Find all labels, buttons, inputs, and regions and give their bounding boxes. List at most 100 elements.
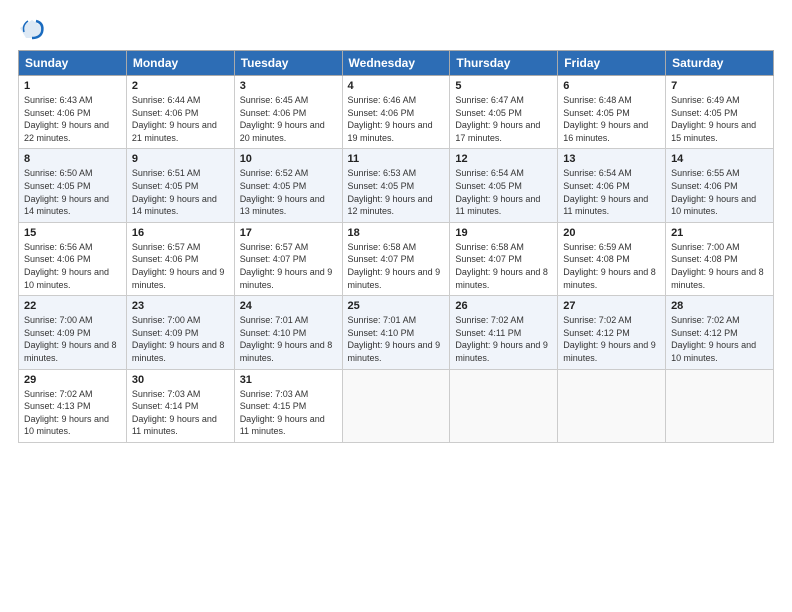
- day-detail: Sunrise: 6:55 AMSunset: 4:06 PMDaylight:…: [671, 167, 768, 217]
- day-number: 3: [240, 80, 337, 92]
- day-detail: Sunrise: 6:52 AMSunset: 4:05 PMDaylight:…: [240, 167, 337, 217]
- day-detail: Sunrise: 7:00 AMSunset: 4:08 PMDaylight:…: [671, 241, 768, 291]
- day-detail: Sunrise: 6:51 AMSunset: 4:05 PMDaylight:…: [132, 167, 229, 217]
- day-detail: Sunrise: 6:44 AMSunset: 4:06 PMDaylight:…: [132, 94, 229, 144]
- day-number: 7: [671, 80, 768, 92]
- day-detail: Sunrise: 6:50 AMSunset: 4:05 PMDaylight:…: [24, 167, 121, 217]
- day-detail: Sunrise: 6:43 AMSunset: 4:06 PMDaylight:…: [24, 94, 121, 144]
- day-number: 15: [24, 227, 121, 239]
- day-detail: Sunrise: 6:58 AMSunset: 4:07 PMDaylight:…: [455, 241, 552, 291]
- calendar-cell: 5Sunrise: 6:47 AMSunset: 4:05 PMDaylight…: [450, 76, 558, 149]
- weekday-header-saturday: Saturday: [666, 51, 774, 76]
- day-number: 23: [132, 300, 229, 312]
- day-detail: Sunrise: 7:02 AMSunset: 4:11 PMDaylight:…: [455, 314, 552, 364]
- day-number: 10: [240, 153, 337, 165]
- calendar-cell: 14 Sunrise: 6:55 AMSunset: 4:06 PMDayligh…: [666, 149, 774, 222]
- calendar-cell: 3 Sunrise: 6:45 AMSunset: 4:06 PMDaylight…: [234, 76, 342, 149]
- day-number: 6: [563, 80, 660, 92]
- calendar-cell: 17 Sunrise: 6:57 AMSunset: 4:07 PMDayligh…: [234, 222, 342, 295]
- day-number: 26: [455, 300, 552, 312]
- calendar-cell: 31 Sunrise: 7:03 AMSunset: 4:15 PMDayligh…: [234, 369, 342, 442]
- calendar-cell: [342, 369, 450, 442]
- day-detail: Sunrise: 6:54 AMSunset: 4:06 PMDaylight:…: [563, 167, 660, 217]
- calendar-cell: [558, 369, 666, 442]
- calendar-cell: 22 Sunrise: 7:00 AMSunset: 4:09 PMDayligh…: [19, 296, 127, 369]
- calendar-cell: 19 Sunrise: 6:58 AMSunset: 4:07 PMDayligh…: [450, 222, 558, 295]
- day-detail: Sunrise: 7:02 AMSunset: 4:12 PMDaylight:…: [671, 314, 768, 364]
- day-detail: Sunrise: 6:45 AMSunset: 4:06 PMDaylight:…: [240, 94, 337, 144]
- day-number: 13: [563, 153, 660, 165]
- calendar-cell: 1 Sunrise: 6:43 AMSunset: 4:06 PMDaylight…: [19, 76, 127, 149]
- calendar-cell: 8 Sunrise: 6:50 AMSunset: 4:05 PMDaylight…: [19, 149, 127, 222]
- day-detail: Sunrise: 7:02 AMSunset: 4:12 PMDaylight:…: [563, 314, 660, 364]
- calendar-cell: [450, 369, 558, 442]
- weekday-header-row: SundayMondayTuesdayWednesdayThursdayFrid…: [19, 51, 774, 76]
- calendar-cell: 20Sunrise: 6:59 AMSunset: 4:08 PMDayligh…: [558, 222, 666, 295]
- day-number: 21: [671, 227, 768, 239]
- day-number: 25: [348, 300, 445, 312]
- day-number: 9: [132, 153, 229, 165]
- day-number: 19: [455, 227, 552, 239]
- day-number: 24: [240, 300, 337, 312]
- calendar-cell: 26 Sunrise: 7:02 AMSunset: 4:11 PMDayligh…: [450, 296, 558, 369]
- day-detail: Sunrise: 6:56 AMSunset: 4:06 PMDaylight:…: [24, 241, 121, 291]
- day-detail: Sunrise: 6:49 AMSunset: 4:05 PMDaylight:…: [671, 94, 768, 144]
- day-detail: Sunrise: 7:00 AMSunset: 4:09 PMDaylight:…: [132, 314, 229, 364]
- day-detail: Sunrise: 6:57 AMSunset: 4:07 PMDaylight:…: [240, 241, 337, 291]
- calendar-cell: 11Sunrise: 6:53 AMSunset: 4:05 PMDayligh…: [342, 149, 450, 222]
- day-detail: Sunrise: 7:03 AMSunset: 4:15 PMDaylight:…: [240, 388, 337, 438]
- day-detail: Sunrise: 7:01 AMSunset: 4:10 PMDaylight:…: [240, 314, 337, 364]
- day-number: 4: [348, 80, 445, 92]
- day-number: 31: [240, 374, 337, 386]
- calendar-week-row: 15 Sunrise: 6:56 AMSunset: 4:06 PMDayligh…: [19, 222, 774, 295]
- day-detail: Sunrise: 7:01 AMSunset: 4:10 PMDaylight:…: [348, 314, 445, 364]
- day-detail: Sunrise: 7:02 AMSunset: 4:13 PMDaylight:…: [24, 388, 121, 438]
- day-detail: Sunrise: 6:57 AMSunset: 4:06 PMDaylight:…: [132, 241, 229, 291]
- day-number: 28: [671, 300, 768, 312]
- calendar-cell: 30 Sunrise: 7:03 AMSunset: 4:14 PMDayligh…: [126, 369, 234, 442]
- calendar-cell: [666, 369, 774, 442]
- day-number: 12: [455, 153, 552, 165]
- day-detail: Sunrise: 6:46 AMSunset: 4:06 PMDaylight:…: [348, 94, 445, 144]
- page: SundayMondayTuesdayWednesdayThursdayFrid…: [0, 0, 792, 612]
- day-number: 30: [132, 374, 229, 386]
- calendar-cell: 13 Sunrise: 6:54 AMSunset: 4:06 PMDayligh…: [558, 149, 666, 222]
- calendar-cell: 18Sunrise: 6:58 AMSunset: 4:07 PMDayligh…: [342, 222, 450, 295]
- calendar-cell: 21 Sunrise: 7:00 AMSunset: 4:08 PMDayligh…: [666, 222, 774, 295]
- day-number: 8: [24, 153, 121, 165]
- day-number: 27: [563, 300, 660, 312]
- day-detail: Sunrise: 6:48 AMSunset: 4:05 PMDaylight:…: [563, 94, 660, 144]
- day-number: 20: [563, 227, 660, 239]
- weekday-header-monday: Monday: [126, 51, 234, 76]
- calendar-cell: 16Sunrise: 6:57 AMSunset: 4:06 PMDayligh…: [126, 222, 234, 295]
- weekday-header-tuesday: Tuesday: [234, 51, 342, 76]
- day-detail: Sunrise: 7:03 AMSunset: 4:14 PMDaylight:…: [132, 388, 229, 438]
- calendar-cell: 27 Sunrise: 7:02 AMSunset: 4:12 PMDayligh…: [558, 296, 666, 369]
- calendar-cell: 2 Sunrise: 6:44 AMSunset: 4:06 PMDaylight…: [126, 76, 234, 149]
- weekday-header-sunday: Sunday: [19, 51, 127, 76]
- calendar-cell: 25 Sunrise: 7:01 AMSunset: 4:10 PMDayligh…: [342, 296, 450, 369]
- calendar-cell: 23 Sunrise: 7:00 AMSunset: 4:09 PMDayligh…: [126, 296, 234, 369]
- day-number: 11: [348, 153, 445, 165]
- day-number: 22: [24, 300, 121, 312]
- calendar-week-row: 1 Sunrise: 6:43 AMSunset: 4:06 PMDaylight…: [19, 76, 774, 149]
- calendar-table: SundayMondayTuesdayWednesdayThursdayFrid…: [18, 50, 774, 443]
- logo: [18, 18, 50, 40]
- weekday-header-thursday: Thursday: [450, 51, 558, 76]
- weekday-header-friday: Friday: [558, 51, 666, 76]
- calendar-cell: 28 Sunrise: 7:02 AMSunset: 4:12 PMDayligh…: [666, 296, 774, 369]
- calendar-week-row: 22 Sunrise: 7:00 AMSunset: 4:09 PMDayligh…: [19, 296, 774, 369]
- calendar-cell: 24 Sunrise: 7:01 AMSunset: 4:10 PMDayligh…: [234, 296, 342, 369]
- calendar-cell: 12Sunrise: 6:54 AMSunset: 4:05 PMDayligh…: [450, 149, 558, 222]
- day-number: 29: [24, 374, 121, 386]
- day-number: 17: [240, 227, 337, 239]
- day-number: 14: [671, 153, 768, 165]
- day-detail: Sunrise: 6:58 AMSunset: 4:07 PMDaylight:…: [348, 241, 445, 291]
- day-detail: Sunrise: 7:00 AMSunset: 4:09 PMDaylight:…: [24, 314, 121, 364]
- calendar-cell: 4 Sunrise: 6:46 AMSunset: 4:06 PMDaylight…: [342, 76, 450, 149]
- header: [18, 18, 774, 40]
- calendar-cell: 6 Sunrise: 6:48 AMSunset: 4:05 PMDaylight…: [558, 76, 666, 149]
- calendar-week-row: 8 Sunrise: 6:50 AMSunset: 4:05 PMDaylight…: [19, 149, 774, 222]
- day-number: 1: [24, 80, 121, 92]
- day-number: 2: [132, 80, 229, 92]
